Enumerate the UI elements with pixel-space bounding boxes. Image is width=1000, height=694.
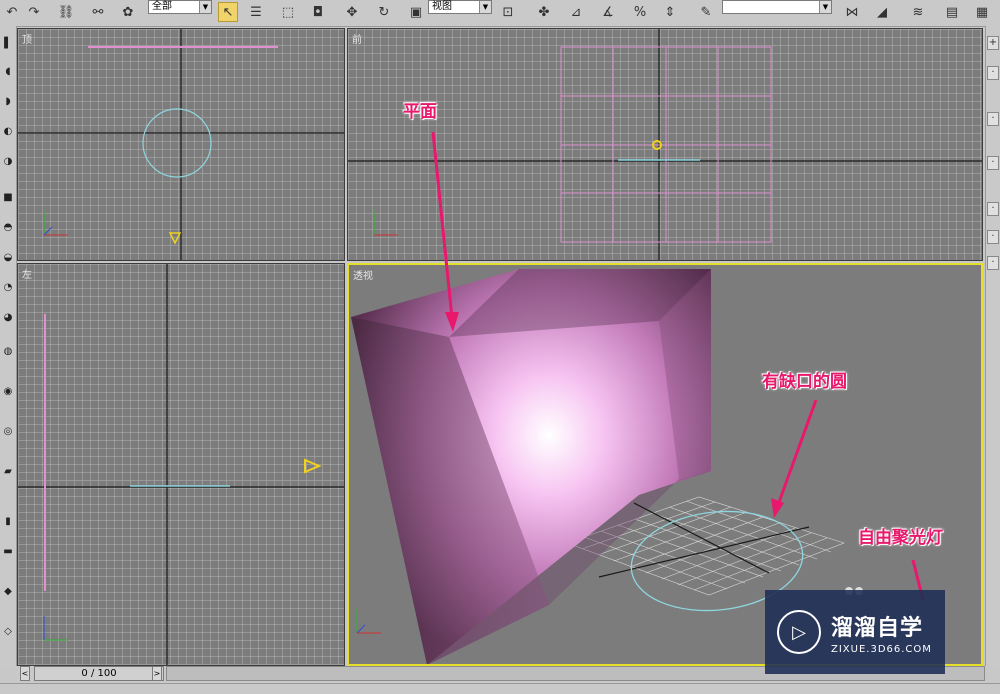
frame-counter: 0 / 100 xyxy=(81,668,117,679)
annotation-circle: 有缺口的圆 xyxy=(762,372,847,392)
status-bar xyxy=(0,683,1000,694)
annotation-plane: 平面 xyxy=(403,102,437,122)
watermark-url: ZIXUE.3D66.COM xyxy=(831,643,932,655)
play-logo-icon: ▷ xyxy=(777,610,821,654)
annotation-spotlight: 自由聚光灯 xyxy=(858,528,943,548)
next-frame-button[interactable]: > xyxy=(152,666,162,681)
watermark: ▷ 溜溜自学 ZIXUE.3D66.COM xyxy=(765,590,945,674)
watermark-name: 溜溜自学 xyxy=(831,615,924,641)
time-slider[interactable]: 0 / 100 xyxy=(34,666,164,681)
prev-frame-button[interactable]: < xyxy=(20,666,30,681)
